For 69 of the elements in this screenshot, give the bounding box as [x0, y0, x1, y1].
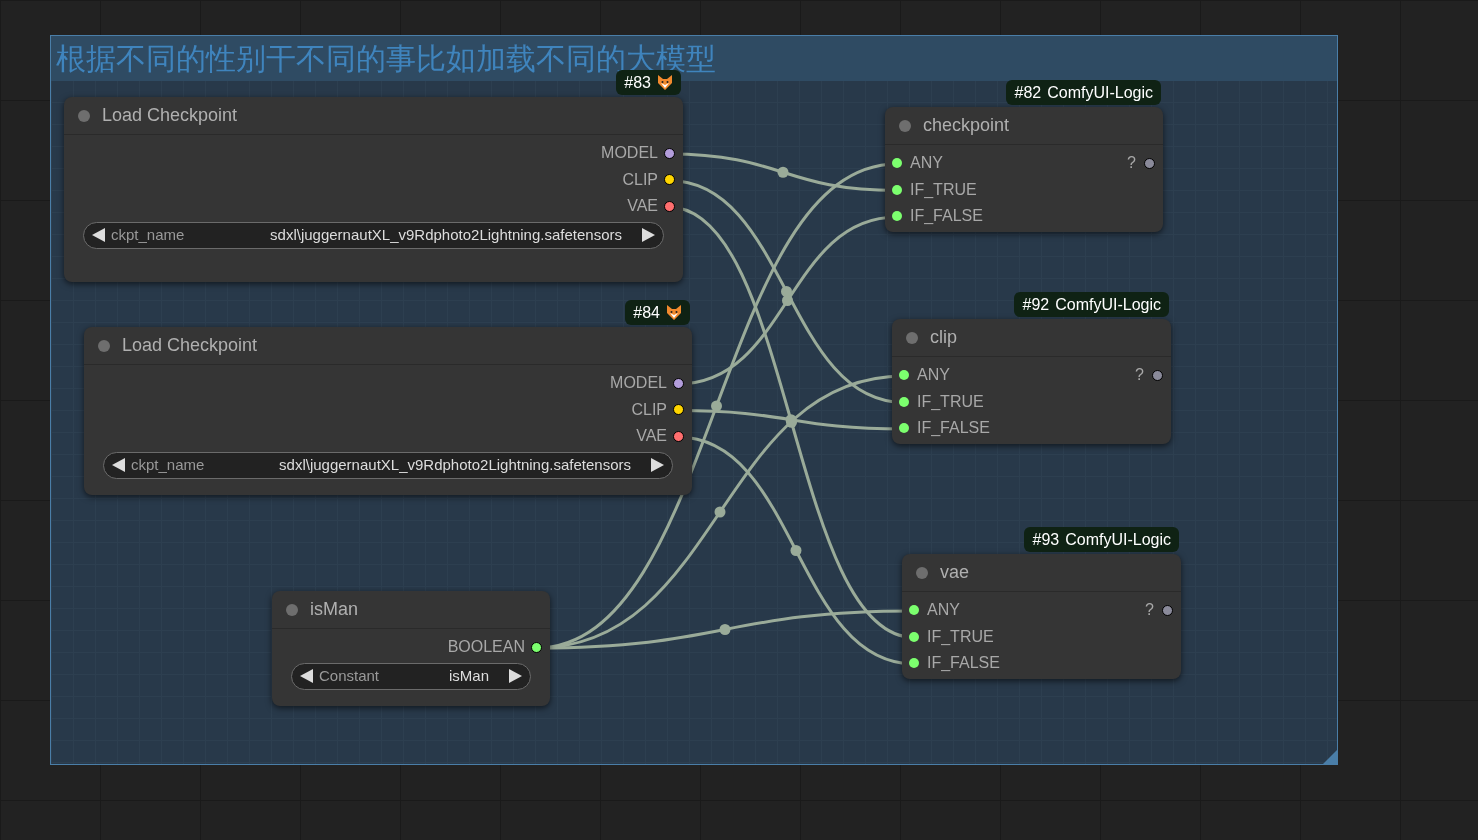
input-socket[interactable]	[899, 370, 909, 381]
output-label: VAE	[636, 426, 667, 447]
node-title: isMan	[310, 598, 358, 621]
input-label: IF_TRUE	[910, 179, 977, 200]
combo-widget[interactable]: ckpt_name sdxl\juggernautXL_v9Rdphoto2Lightning.safetensors	[103, 451, 673, 479]
output-label: ?	[1145, 600, 1154, 621]
output-socket[interactable]	[673, 430, 684, 442]
input-socket[interactable]	[899, 423, 909, 434]
output-label: MODEL	[610, 373, 667, 394]
arrow-right-icon[interactable]	[509, 669, 522, 683]
output-label: BOOLEAN	[447, 637, 525, 658]
output-socket[interactable]	[664, 147, 675, 159]
graph-node[interactable]: isMan BOOLEAN Constant isMan	[272, 591, 550, 706]
node-title: vae	[940, 561, 970, 584]
node-id: #93	[1032, 529, 1060, 550]
input-socket[interactable]	[892, 184, 902, 195]
input-socket[interactable]	[899, 396, 909, 407]
arrow-left-icon[interactable]	[92, 228, 105, 242]
node-source: ComfyUI-Logic	[1047, 82, 1153, 103]
input-label: ANY	[910, 153, 943, 174]
output-socket[interactable]	[1144, 157, 1155, 169]
node-id: #92	[1022, 294, 1050, 315]
arrow-right-icon[interactable]	[651, 458, 664, 472]
input-label: ANY	[927, 600, 960, 621]
node-source: ComfyUI-Logic	[1065, 529, 1171, 550]
arrow-left-icon[interactable]	[300, 669, 313, 683]
widget-value: sdxl\juggernautXL_v9Rdphoto2Lightning.safetensors	[278, 454, 632, 475]
input-label: IF_FALSE	[917, 418, 990, 439]
node-title: Load Checkpoint	[122, 334, 258, 357]
input-label: IF_TRUE	[917, 391, 984, 412]
input-socket[interactable]	[909, 658, 919, 669]
widget-label: Constant	[319, 665, 380, 686]
output-socket[interactable]	[531, 641, 542, 653]
input-socket[interactable]	[909, 631, 919, 642]
output-label: VAE	[627, 196, 658, 217]
arrow-left-icon[interactable]	[112, 458, 125, 472]
output-socket[interactable]	[664, 200, 675, 212]
arrow-right-icon[interactable]	[642, 228, 655, 242]
output-socket[interactable]	[664, 174, 675, 186]
widget-label: ckpt_name	[131, 454, 205, 475]
node-id: #83	[624, 73, 651, 93]
input-label: IF_FALSE	[910, 206, 983, 227]
combo-widget[interactable]: Constant isMan	[291, 662, 531, 690]
widget-value: isMan	[448, 665, 490, 686]
output-label: CLIP	[631, 399, 667, 420]
node-title: Load Checkpoint	[102, 104, 238, 127]
output-socket[interactable]	[673, 377, 684, 389]
input-socket[interactable]	[892, 211, 902, 222]
widget-label: ckpt_name	[111, 224, 185, 245]
output-label: ?	[1135, 365, 1144, 386]
node-id: #84	[633, 302, 660, 323]
input-socket[interactable]	[909, 605, 919, 616]
node-title: clip	[930, 326, 957, 349]
input-label: ANY	[917, 365, 950, 386]
output-socket[interactable]	[673, 404, 684, 416]
widget-value: sdxl\juggernautXL_v9Rdphoto2Lightning.safetensors	[269, 224, 623, 245]
node-id: #82	[1014, 82, 1042, 103]
output-label: ?	[1127, 153, 1136, 174]
input-label: IF_TRUE	[927, 626, 994, 647]
input-label: IF_FALSE	[927, 653, 1000, 674]
combo-widget[interactable]: ckpt_name sdxl\juggernautXL_v9Rdphoto2Lightning.safetensors	[83, 221, 664, 249]
output-label: MODEL	[601, 143, 658, 164]
input-socket[interactable]	[892, 158, 902, 169]
resize-handle-icon[interactable]	[1323, 750, 1337, 764]
node-title: checkpoint	[923, 114, 1010, 137]
node-source: ComfyUI-Logic	[1055, 294, 1161, 315]
output-label: CLIP	[622, 169, 658, 190]
output-socket[interactable]	[1152, 369, 1163, 381]
output-socket[interactable]	[1162, 604, 1173, 616]
